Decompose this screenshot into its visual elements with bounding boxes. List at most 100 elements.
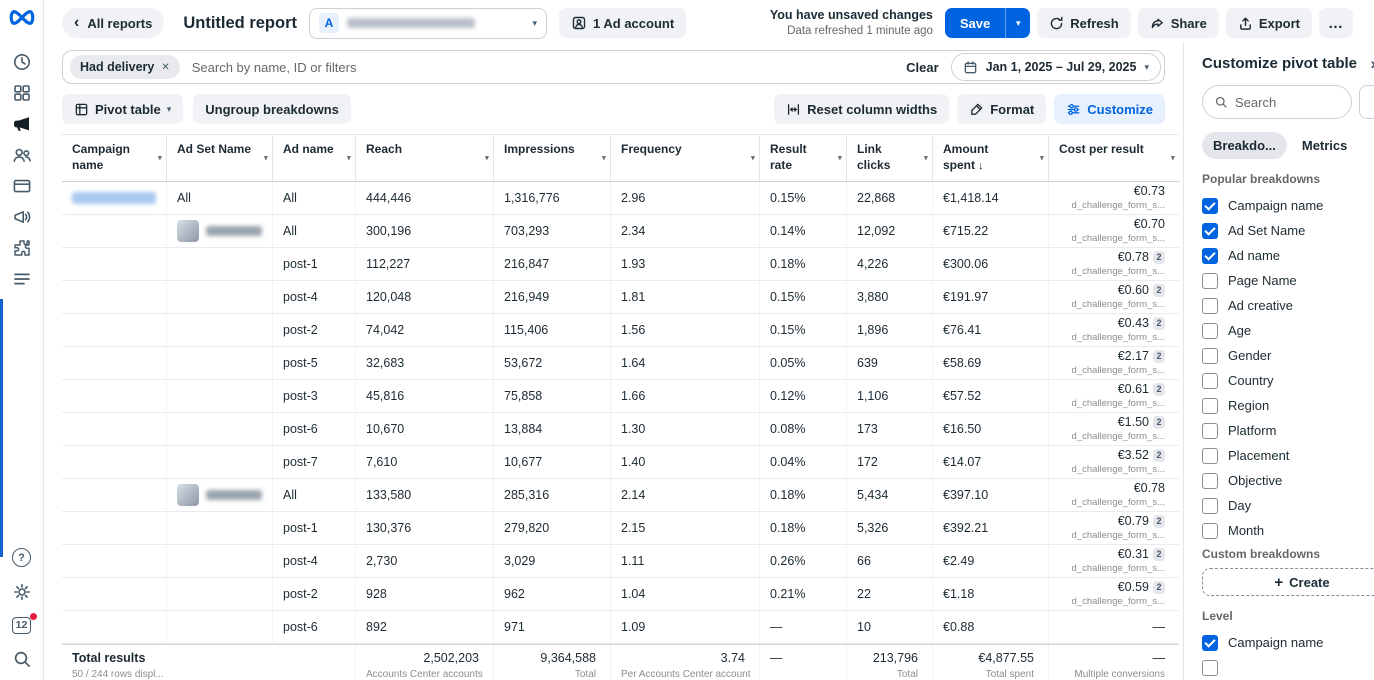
updates-icon[interactable]: 12 <box>6 617 38 634</box>
column-header-ad-name[interactable]: Ad name▾ <box>273 135 356 181</box>
customize-button[interactable]: Customize <box>1054 94 1165 124</box>
level-campaign-name[interactable]: Campaign name <box>1202 630 1374 655</box>
panel-search-box[interactable] <box>1202 85 1352 119</box>
collapse-panel-icon[interactable]: › <box>1370 54 1374 74</box>
create-custom-breakdown-button[interactable]: + Create <box>1202 568 1374 596</box>
column-menu-chevron-icon[interactable]: ▾ <box>838 152 842 163</box>
checkbox-unchecked[interactable] <box>1202 323 1218 339</box>
column-menu-chevron-icon[interactable]: ▾ <box>1040 152 1044 163</box>
breakdown-campaign-name[interactable]: Campaign name <box>1202 193 1374 218</box>
remove-filter-icon[interactable]: ✕ <box>161 62 169 73</box>
breakdown-ad-set-name[interactable]: Ad Set Name <box>1202 218 1374 243</box>
apps-puzzle-icon[interactable] <box>6 233 38 262</box>
audiences-people-icon[interactable] <box>6 140 38 169</box>
ad-account-button[interactable]: 1 Ad account <box>559 8 686 38</box>
column-menu-chevron-icon[interactable]: ▾ <box>1171 152 1175 163</box>
column-header-result-rate[interactable]: Result rate▾ <box>760 135 847 181</box>
ungroup-breakdowns-button[interactable]: Ungroup breakdowns <box>193 94 351 124</box>
checkbox-unchecked[interactable] <box>1202 398 1218 414</box>
level-option[interactable] <box>1202 655 1374 680</box>
table-row[interactable]: All133,580285,3162.140.18%5,434€397.10€0… <box>62 479 1179 512</box>
breakdown-ad-creative[interactable]: Ad creative <box>1202 293 1374 318</box>
checkbox-checked[interactable] <box>1202 198 1218 214</box>
tab-breakdowns[interactable]: Breakdo... <box>1202 132 1287 159</box>
help-icon[interactable]: ? <box>6 548 38 567</box>
column-menu-chevron-icon[interactable]: ▾ <box>264 152 268 163</box>
checkbox-checked[interactable] <box>1202 248 1218 264</box>
menu-lines-icon[interactable] <box>6 264 38 293</box>
panel-search-input[interactable] <box>1235 95 1335 110</box>
panel-secondary-button[interactable] <box>1359 85 1374 119</box>
pivot-table-menu-button[interactable]: Pivot table ▾ <box>62 94 183 124</box>
column-menu-chevron-icon[interactable]: ▾ <box>158 152 162 163</box>
save-options-chevron-icon[interactable]: ▾ <box>1005 8 1030 38</box>
history-icon[interactable] <box>6 47 38 76</box>
breakdown-region[interactable]: Region <box>1202 393 1374 418</box>
checkbox-unchecked[interactable] <box>1202 523 1218 539</box>
account-selector[interactable]: A ▾ <box>309 8 547 39</box>
announce-horn-icon[interactable] <box>6 202 38 231</box>
tab-metrics[interactable]: Metrics <box>1291 132 1359 159</box>
more-options-button[interactable]: … <box>1319 8 1353 38</box>
column-menu-chevron-icon[interactable]: ▾ <box>924 152 928 163</box>
redacted-campaign-link[interactable] <box>72 192 156 204</box>
checkbox-unchecked[interactable] <box>1202 448 1218 464</box>
breakdown-page-name[interactable]: Page Name <box>1202 268 1374 293</box>
clear-filters-button[interactable]: Clear <box>906 60 939 75</box>
checkbox-unchecked[interactable] <box>1202 498 1218 514</box>
table-row[interactable]: post-610,67013,8841.300.08%173€16.50€1.5… <box>62 413 1179 446</box>
breakdown-age[interactable]: Age <box>1202 318 1374 343</box>
column-header-frequency[interactable]: Frequency▾ <box>611 135 760 181</box>
checkbox-unchecked[interactable] <box>1202 373 1218 389</box>
billing-card-icon[interactable] <box>6 171 38 200</box>
filter-chip-had-delivery[interactable]: Had delivery ✕ <box>70 55 180 79</box>
ads-megaphone-icon[interactable] <box>6 109 38 138</box>
breakdown-day[interactable]: Day <box>1202 493 1374 518</box>
column-header-impressions[interactable]: Impressions▾ <box>494 135 611 181</box>
cell-campaign-name[interactable] <box>62 182 167 215</box>
column-header-amount-spent[interactable]: Amount spent↓▾ <box>933 135 1049 181</box>
table-row[interactable]: post-29289621.040.21%22€1.18€0.592d_chal… <box>62 578 1179 611</box>
column-header-link-clicks[interactable]: Link clicks▾ <box>847 135 933 181</box>
breakdown-objective[interactable]: Objective <box>1202 468 1374 493</box>
table-row[interactable]: post-77,61010,6771.400.04%172€14.07€3.52… <box>62 446 1179 479</box>
checkbox-unchecked[interactable] <box>1202 473 1218 489</box>
column-header-cost-per-result[interactable]: Cost per result▾ <box>1049 135 1179 181</box>
column-menu-chevron-icon[interactable]: ▾ <box>347 152 351 163</box>
share-button[interactable]: Share <box>1138 8 1219 38</box>
reset-column-widths-button[interactable]: Reset column widths <box>774 94 949 124</box>
column-menu-chevron-icon[interactable]: ▾ <box>485 152 489 163</box>
breakdown-gender[interactable]: Gender <box>1202 343 1374 368</box>
table-row[interactable]: AllAll444,4461,316,7762.960.15%22,868€1,… <box>62 182 1179 215</box>
save-button[interactable]: Save <box>945 8 1005 38</box>
table-row[interactable]: post-274,042115,4061.560.15%1,896€76.41€… <box>62 314 1179 347</box>
table-row[interactable]: post-4120,048216,9491.810.15%3,880€191.9… <box>62 281 1179 314</box>
date-range-picker[interactable]: Jan 1, 2025 – Jul 29, 2025 ▾ <box>951 53 1161 81</box>
breakdown-ad-name[interactable]: Ad name <box>1202 243 1374 268</box>
checkbox-unchecked[interactable] <box>1202 298 1218 314</box>
table-row[interactable]: post-1130,376279,8202.150.18%5,326€392.2… <box>62 512 1179 545</box>
breakdown-month[interactable]: Month <box>1202 518 1374 543</box>
table-row[interactable]: post-345,81675,8581.660.12%1,106€57.52€0… <box>62 380 1179 413</box>
column-menu-chevron-icon[interactable]: ▾ <box>602 152 606 163</box>
all-reports-button[interactable]: ‹ All reports <box>62 8 164 38</box>
column-header-campaign-name[interactable]: Campaign name▾ <box>62 135 167 181</box>
checkbox-unchecked[interactable] <box>1202 660 1218 676</box>
report-title[interactable]: Untitled report <box>183 14 297 33</box>
table-row[interactable]: post-1112,227216,8471.930.18%4,226€300.0… <box>62 248 1179 281</box>
table-row[interactable]: post-68929711.09—10€0.88— <box>62 611 1179 644</box>
meta-logo[interactable] <box>8 9 36 26</box>
breakdown-country[interactable]: Country <box>1202 368 1374 393</box>
checkbox-checked[interactable] <box>1202 635 1218 651</box>
search-icon[interactable] <box>6 649 38 669</box>
column-header-reach[interactable]: Reach▾ <box>356 135 494 181</box>
breakdown-placement[interactable]: Placement <box>1202 443 1374 468</box>
all-tools-grid-icon[interactable] <box>6 78 38 107</box>
refresh-button[interactable]: Refresh <box>1037 8 1130 38</box>
table-row[interactable]: All300,196703,2932.340.14%12,092€715.22€… <box>62 215 1179 248</box>
breakdown-platform[interactable]: Platform <box>1202 418 1374 443</box>
column-menu-chevron-icon[interactable]: ▾ <box>751 152 755 163</box>
checkbox-unchecked[interactable] <box>1202 348 1218 364</box>
checkbox-checked[interactable] <box>1202 223 1218 239</box>
checkbox-unchecked[interactable] <box>1202 273 1218 289</box>
